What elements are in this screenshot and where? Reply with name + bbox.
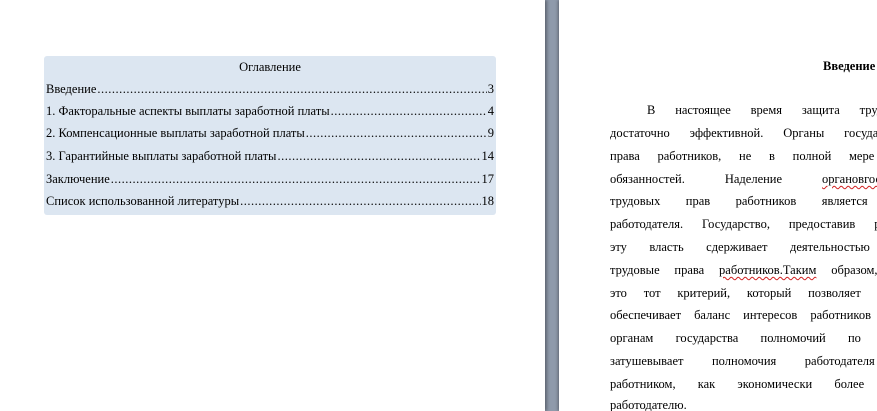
text-line: это тот критерий, который позволяет сдер… (610, 286, 877, 300)
toc-leader: ........................................… (330, 104, 487, 118)
toc-leader: ........................................… (277, 149, 481, 163)
toc-entry[interactable]: 3. Гарантийные выплаты заработной платы … (46, 148, 494, 164)
text-line: обязанностей. Наделение органовгосударс (610, 171, 877, 187)
text-fragment: обязанностей. Наделение (610, 172, 823, 186)
text-line: работником, как экономически более слаб (610, 377, 877, 391)
text-line: трудовых прав работников является эле (610, 194, 877, 208)
text-fragment: образом, дея (831, 263, 877, 277)
toc-entry[interactable]: 1. Факторальные аспекты выплаты заработн… (46, 103, 494, 119)
toc-leader: ........................................… (305, 126, 487, 140)
toc-entry-page: 9 (487, 126, 494, 140)
toc-entry-label: 2. Компенсационные выплаты заработной пл… (46, 126, 305, 140)
text-line: работодателю. (610, 398, 687, 411)
toc-leader: ........................................… (110, 172, 481, 186)
text-line: В настоящее время защита трудовых (647, 103, 877, 117)
left-page: Оглавление Введение ....................… (0, 0, 545, 411)
toc-entry-page: 3 (487, 82, 494, 96)
toc-entry[interactable]: Введение ...............................… (46, 81, 494, 97)
text-line: работодателя. Государство, предоставив р… (610, 217, 877, 231)
toc-entry-label: Список использованной литературы (46, 194, 240, 208)
table-of-contents[interactable]: Оглавление Введение ....................… (44, 56, 496, 215)
toc-entry-page: 18 (481, 194, 495, 208)
text-fragment: трудовые права (610, 263, 720, 277)
right-page: Введение В настоящее время защита трудов… (559, 0, 877, 411)
toc-entry[interactable]: Список использованной литературы .......… (46, 193, 494, 209)
text-line: эту власть сдерживает деятельностью орг (610, 240, 877, 254)
text-line: обеспечивает баланс интересов работников… (610, 308, 877, 322)
text-line: достаточно эффективной. Органы государст… (610, 126, 877, 140)
toc-entry-label: 1. Факторальные аспекты выплаты заработн… (46, 104, 330, 118)
toc-entry-page: 17 (481, 172, 495, 186)
toc-entry-label: Заключение (46, 172, 110, 186)
text-line: права работников, не в полной мере обе (610, 149, 877, 163)
toc-entry-page: 4 (487, 104, 494, 118)
toc-entry[interactable]: Заключение .............................… (46, 171, 494, 187)
toc-entry[interactable]: 2. Компенсационные выплаты заработной пл… (46, 125, 494, 141)
toc-entry-page: 14 (481, 149, 495, 163)
section-heading: Введение (823, 59, 876, 73)
toc-leader: ........................................… (97, 82, 487, 96)
spellcheck-underline: органовгосударс (822, 172, 877, 186)
text-line: затушевывает полномочия работодателя и (610, 354, 877, 368)
toc-entry-label: 3. Гарантийные выплаты заработной платы (46, 149, 277, 163)
toc-entry-label: Введение (46, 82, 97, 96)
toc-leader: ........................................… (240, 194, 481, 208)
spellcheck-underline: работников.Таким (719, 263, 817, 277)
toc-title: Оглавление (239, 60, 301, 74)
text-line: трудовые права работников.Таким образом,… (610, 262, 877, 278)
text-line: органам государства полномочий по защи (610, 331, 877, 345)
